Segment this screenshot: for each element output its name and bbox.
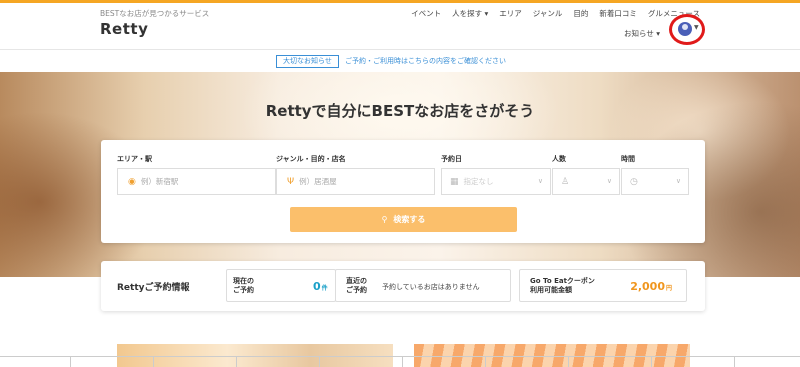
divider-tick <box>236 356 237 367</box>
recent-label-1: 直近の <box>346 277 367 285</box>
coupon-box[interactable]: Go To Eatクーポン 利用可能金額 2,000円 <box>519 269 687 302</box>
search-icon: ⚲ <box>381 215 388 224</box>
time-select[interactable]: ◷ ∨ <box>621 168 689 195</box>
area-placeholder: 例）新宿駅 <box>140 177 179 186</box>
reservation-card: Rettyご予約情報 現在の ご予約 0件 直近の ご予約 予約しているお店はあ… <box>101 261 705 311</box>
top-nav: イベント 人を探す ▾ エリア ジャンル 目的 新着口コミ グルメニュース <box>411 8 700 19</box>
coupon-label-2: 利用可能金額 <box>530 286 572 294</box>
divider-tick <box>651 356 652 367</box>
divider-tick <box>153 356 154 367</box>
genre-placeholder: 例）居酒屋 <box>299 177 337 186</box>
calendar-icon: ▦ <box>450 176 459 187</box>
fork-knife-icon: Ψ <box>287 176 295 187</box>
bottom-divider <box>0 356 800 357</box>
notice-bar: 大切なお知らせ ご予約・ご利用時はこちらの内容をご確認ください <box>0 50 800 72</box>
people-select[interactable]: ♙ ∨ <box>552 168 620 195</box>
notice-tag[interactable]: 大切なお知らせ <box>276 55 339 68</box>
no-reservation-message: 予約しているお店はありません <box>382 283 480 291</box>
nav-item-purpose[interactable]: 目的 <box>573 8 588 19</box>
genre-label: ジャンル・目的・店名 <box>276 155 346 163</box>
notice-link[interactable]: ご予約・ご利用時はこちらの内容をご確認ください <box>345 56 506 66</box>
search-button-label: 検索する <box>393 215 426 224</box>
date-select[interactable]: ▦ 指定なし ∨ <box>441 168 551 195</box>
search-button[interactable]: ⚲ 検索する <box>290 207 517 232</box>
logo[interactable]: Retty <box>100 20 148 38</box>
location-pin-icon: ◉ <box>128 176 136 187</box>
nav-item-genre[interactable]: ジャンル <box>533 8 563 19</box>
avatar-highlight-circle <box>669 14 705 45</box>
current-count-value: 0 <box>313 280 321 293</box>
person-icon: ♙ <box>561 176 570 187</box>
page: BESTなお店が見つかるサービス Retty イベント 人を探す ▾ エリア ジ… <box>0 0 800 367</box>
nav-item-new-reviews[interactable]: 新着口コミ <box>599 8 637 19</box>
divider-tick <box>319 356 320 367</box>
nav-item-event[interactable]: イベント <box>411 8 441 19</box>
recent-label-2: ご予約 <box>346 286 367 294</box>
divider-tick <box>734 356 735 367</box>
genre-input[interactable]: Ψ 例）居酒屋 <box>276 168 435 195</box>
area-input[interactable]: ◉ 例）新宿駅 <box>117 168 276 195</box>
coupon-amount: 2,000円 <box>630 280 672 293</box>
coupon-amount-unit: 円 <box>665 285 672 292</box>
people-label: 人数 <box>552 155 566 163</box>
reservation-title: Rettyご予約情報 <box>117 283 190 293</box>
coupon-amount-value: 2,000 <box>630 280 665 293</box>
chevron-down-icon: ∨ <box>537 177 543 185</box>
nav-item-people[interactable]: 人を探す ▾ <box>452 8 488 19</box>
coupon-label-1: Go To Eatクーポン <box>530 277 595 285</box>
current-label-1: 現在の <box>233 277 254 285</box>
divider-tick <box>485 356 486 367</box>
hero-title: Rettyで自分にBESTなお店をさがそう <box>265 102 535 120</box>
search-card: エリア・駅 ジャンル・目的・店名 予約日 人数 時間 ◉ 例）新宿駅 Ψ 例）居… <box>101 140 705 243</box>
area-label: エリア・駅 <box>117 155 152 163</box>
notice-menu[interactable]: お知らせ ▾ <box>624 28 660 39</box>
date-placeholder: 指定なし <box>463 177 494 186</box>
nav-item-area[interactable]: エリア <box>499 8 522 19</box>
divider-tick <box>568 356 569 367</box>
current-count-unit: 件 <box>321 285 328 292</box>
date-label: 予約日 <box>441 155 462 163</box>
current-label-2: ご予約 <box>233 286 254 294</box>
recent-reservations-box[interactable]: 直近の ご予約 予約しているお店はありません <box>335 269 511 302</box>
chevron-down-icon: ∨ <box>675 177 681 185</box>
divider-tick <box>70 356 71 367</box>
current-count: 0件 <box>313 280 328 293</box>
current-reservations-box[interactable]: 現在の ご予約 0件 <box>226 269 336 302</box>
tagline: BESTなお店が見つかるサービス <box>100 9 210 18</box>
clock-icon: ◷ <box>630 176 638 187</box>
chevron-down-icon: ∨ <box>606 177 612 185</box>
divider-tick <box>402 356 403 367</box>
time-label: 時間 <box>621 155 635 163</box>
